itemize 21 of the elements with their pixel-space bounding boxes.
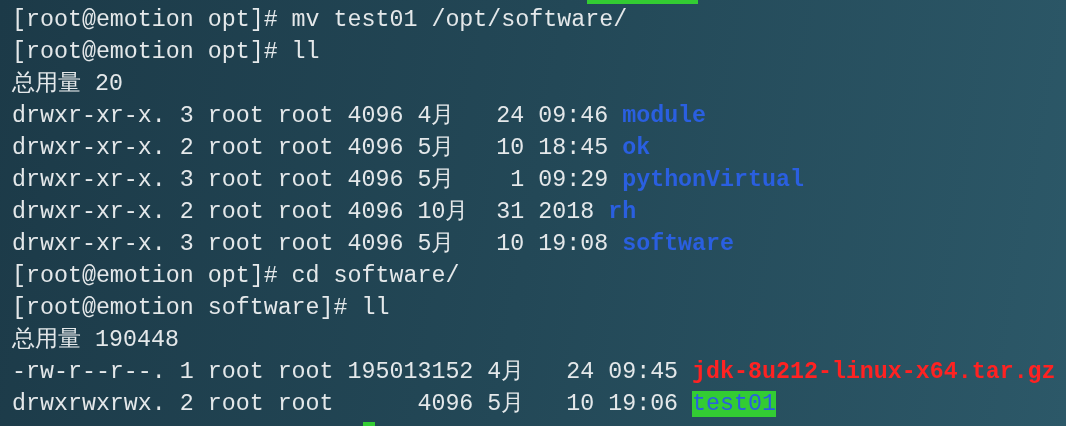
file-name: ok (622, 135, 651, 161)
terminal-line: 总用量 190448 (12, 327, 179, 353)
file-details: drwxr-xr-x. 2 root root 4096 10月 31 2018 (12, 199, 595, 225)
file-name: software (622, 231, 735, 257)
terminal-line: [root@emotion software]# ll (12, 295, 390, 321)
file-name: jdk-8u212-linux-x64.tar.gz (692, 359, 1056, 385)
terminal-line: 总用量 20 (12, 71, 123, 97)
file-name: pythonVirtual (622, 167, 804, 193)
file-details: -rw-r--r--. 1 root root 195013152 4月 24 09:45 (12, 359, 679, 385)
file-name: module (622, 103, 707, 129)
file-details: drwxr-xr-x. 2 root root 4096 5月 10 18:45 (12, 135, 609, 161)
cursor (363, 422, 375, 426)
terminal-line: [root@emotion opt]# ll (12, 39, 320, 65)
file-name: test01 (692, 391, 776, 417)
file-details: drwxr-xr-x. 3 root root 4096 5月 10 19:08 (12, 231, 609, 257)
file-details: drwxrwxrwx. 2 root root 4096 5月 10 19:06 (12, 391, 679, 417)
terminal-line: [root@emotion opt]# cd software/ (12, 263, 460, 289)
file-details: drwxr-xr-x. 3 root root 4096 4月 24 09:46 (12, 103, 609, 129)
file-details: drwxr-xr-x. 3 root root 4096 5月 1 09:29 (12, 167, 609, 193)
file-name: rh (608, 199, 637, 225)
terminal-line: [root@emotion opt]# mv test01 /opt/software/ (12, 7, 628, 33)
